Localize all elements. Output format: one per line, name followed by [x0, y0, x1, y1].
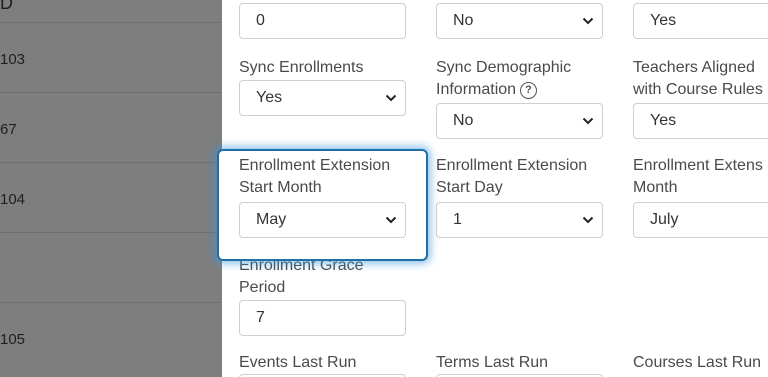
ext-start-day-select[interactable]: 1 — [436, 202, 603, 238]
ext-start-month-select[interactable]: May — [239, 202, 406, 238]
select-value: Yes — [650, 12, 677, 29]
select-value: May — [256, 211, 287, 228]
teachers-aligned-select[interactable]: Yes — [633, 103, 768, 139]
terms-last-run-label: Terms Last Run — [436, 354, 549, 371]
select-value: No — [453, 12, 474, 29]
top-number-input[interactable]: 0 — [239, 3, 406, 39]
chevron-down-icon — [582, 216, 594, 224]
table-divider — [0, 22, 222, 23]
table-divider — [0, 92, 222, 93]
select-value: 1 — [453, 211, 462, 228]
chevron-down-icon — [385, 216, 397, 224]
chevron-down-icon — [385, 94, 397, 102]
select-value: Yes — [650, 112, 677, 129]
table-row: 104 — [0, 191, 26, 208]
table-divider — [0, 302, 222, 303]
table-divider — [0, 162, 222, 163]
grace-period-label: Enrollment Grace Period — [239, 257, 364, 296]
sync-enrollments-label: Sync Enrollments — [239, 59, 364, 76]
ext-end-month-label: Enrollment Extens Month — [633, 157, 763, 196]
select-value: No — [453, 112, 474, 129]
table-row: 105 — [0, 331, 26, 348]
ext-start-day-label: Enrollment Extension Start Day — [436, 157, 588, 196]
top-number-value: 0 — [256, 12, 265, 29]
sync-demographic-select[interactable]: No — [436, 103, 603, 139]
table-row: 103 — [0, 51, 26, 68]
ext-start-month-highlight: Enrollment Extension Start Month May — [217, 149, 428, 261]
ext-end-month-select[interactable]: July — [633, 202, 768, 238]
events-last-run-label: Events Last Run — [239, 354, 357, 371]
chevron-down-icon — [582, 17, 594, 25]
sync-enrollments-select[interactable]: Yes — [239, 80, 406, 116]
teachers-aligned-label: Teachers Aligned with Course Rules — [633, 59, 763, 98]
screen: D 103 67 104 105 0 No Yes Sync Enrollmen… — [0, 0, 768, 377]
courses-last-run-label: Courses Last Run — [633, 354, 762, 371]
background-table: D 103 67 104 105 — [0, 0, 222, 377]
select-value: July — [650, 211, 679, 228]
grace-period-value: 7 — [256, 309, 265, 326]
help-icon[interactable]: ? — [520, 82, 538, 99]
sync-demographic-label: Sync Demographic Information? — [436, 59, 572, 99]
top-select-yes[interactable]: Yes — [633, 3, 768, 39]
table-divider — [0, 232, 222, 233]
ext-start-month-label: Enrollment Extension Start Month — [239, 157, 391, 196]
top-select-no[interactable]: No — [436, 3, 603, 39]
table-row: 67 — [0, 121, 17, 138]
select-value: Yes — [256, 89, 283, 106]
grace-period-input[interactable]: 7 — [239, 300, 406, 336]
table-header-fragment: D — [0, 0, 13, 13]
chevron-down-icon — [582, 117, 594, 125]
